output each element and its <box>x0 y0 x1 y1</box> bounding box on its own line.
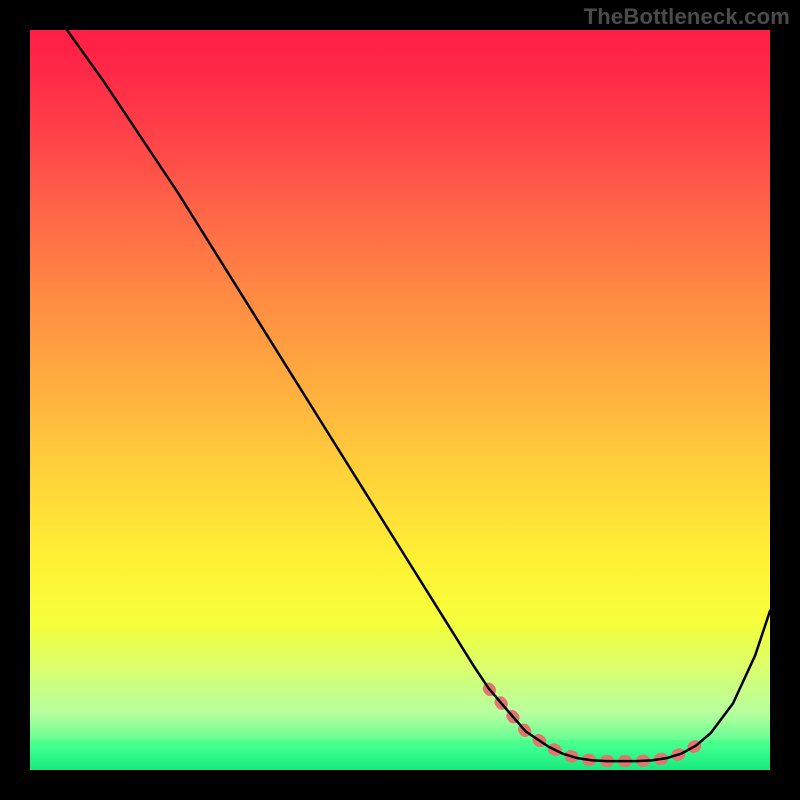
chart-svg-layer <box>30 30 770 770</box>
watermark-text: TheBottleneck.com <box>584 4 790 30</box>
stage: TheBottleneck.com <box>0 0 800 800</box>
chart-main-curve <box>67 30 770 761</box>
chart-area <box>30 30 770 770</box>
